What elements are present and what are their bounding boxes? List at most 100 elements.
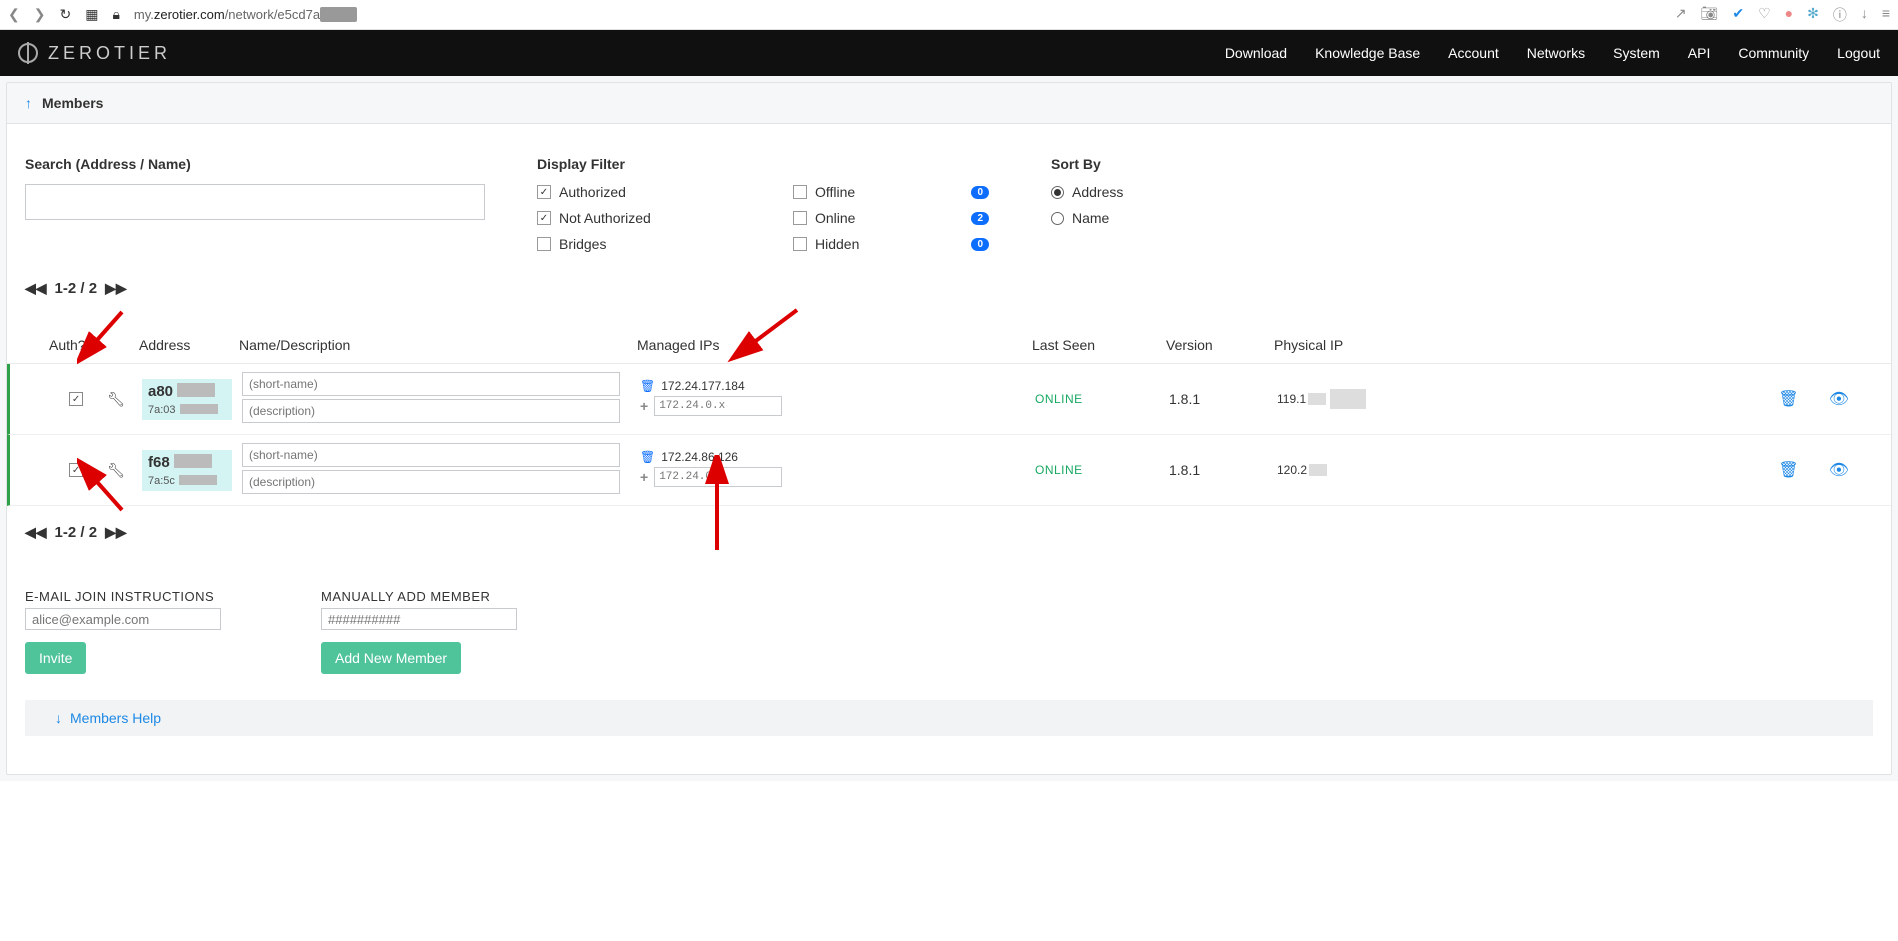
page-first-icon[interactable]: ◀◀ — [25, 524, 47, 541]
nav-networks[interactable]: Networks — [1527, 45, 1585, 61]
table-header: Auth? Address Name/Description Managed I… — [7, 325, 1891, 364]
col-version: Version — [1166, 337, 1274, 353]
delete-row-icon[interactable]: 🗑︎ — [1778, 460, 1798, 480]
last-seen: ONLINE — [1035, 392, 1169, 406]
col-seen: Last Seen — [1032, 337, 1166, 353]
wrench-icon[interactable]: 🔧︎ — [107, 462, 125, 479]
back-icon[interactable]: ❮ — [8, 6, 20, 23]
share-icon[interactable]: ↗ — [1675, 5, 1687, 25]
members-help-link[interactable]: ↓ Members Help — [25, 700, 1873, 736]
col-auth: Auth? — [49, 337, 139, 353]
auth-checkbox[interactable]: ✓ — [69, 392, 83, 406]
members-card: ↑ Members Search (Address / Name) Displa… — [6, 82, 1892, 775]
nav-download[interactable]: Download — [1225, 45, 1287, 61]
hide-row-icon[interactable]: 👁︎ — [1829, 389, 1849, 409]
ext2-icon[interactable]: ✻ — [1807, 5, 1819, 25]
page-last-icon[interactable]: ▶▶ — [105, 280, 127, 297]
lbl-online: Online — [815, 210, 855, 226]
nav-api[interactable]: API — [1688, 45, 1711, 61]
ext3-icon[interactable]: ⓘ — [1833, 5, 1847, 25]
chk-authorized[interactable]: ✓ — [537, 185, 551, 199]
section-title: Members — [42, 95, 103, 111]
email-input[interactable] — [25, 608, 221, 630]
lock-icon: 🔒︎ — [112, 6, 119, 23]
col-phys: Physical IP — [1274, 337, 1462, 353]
lbl-hidden: Hidden — [815, 236, 859, 252]
manual-label: MANUALLY ADD MEMBER — [321, 589, 517, 604]
collapse-icon: ↑ — [25, 95, 32, 111]
page-last-icon[interactable]: ▶▶ — [105, 524, 127, 541]
filter-label: Display Filter — [537, 156, 1051, 172]
search-input[interactable] — [25, 184, 485, 220]
add-ip-icon[interactable]: + — [640, 398, 648, 414]
radio-name[interactable] — [1051, 212, 1064, 225]
col-address: Address — [139, 337, 239, 353]
physical-ip: 119.1 — [1277, 389, 1465, 409]
shield-icon[interactable]: ✔ — [1732, 5, 1744, 25]
delete-row-icon[interactable]: 🗑︎ — [1778, 389, 1798, 409]
chk-online[interactable] — [793, 211, 807, 225]
menu-icon[interactable]: ≡ — [1882, 5, 1890, 25]
ip-input[interactable] — [654, 396, 782, 416]
lbl-sort-address: Address — [1072, 184, 1123, 200]
badge-online: 2 — [971, 212, 989, 225]
search-label: Search (Address / Name) — [25, 156, 537, 172]
ip-input[interactable] — [654, 467, 782, 487]
table-row: ✓ 🔧︎ f68 7a:5c 🗑︎172.24.86.126 + ONLINE … — [7, 435, 1891, 506]
email-label: E-MAIL JOIN INSTRUCTIONS — [25, 589, 221, 604]
shortname-input[interactable] — [242, 372, 620, 396]
nav-links: Download Knowledge Base Account Networks… — [1225, 45, 1880, 61]
radio-address[interactable] — [1051, 186, 1064, 199]
invite-button[interactable]: Invite — [25, 642, 86, 674]
page-range: 1-2 / 2 — [55, 280, 98, 297]
address-cell[interactable]: f68 7a:5c — [142, 450, 232, 491]
heart-icon[interactable]: ♡ — [1758, 5, 1771, 25]
chk-hidden[interactable] — [793, 237, 807, 251]
chk-notauth[interactable]: ✓ — [537, 211, 551, 225]
sort-label: Sort By — [1051, 156, 1873, 172]
brand-text: ZEROTIER — [48, 43, 171, 64]
wrench-icon[interactable]: 🔧︎ — [107, 391, 125, 408]
add-ip-icon[interactable]: + — [640, 469, 648, 485]
address-cell[interactable]: a80 7a:03 — [142, 379, 232, 420]
nav-community[interactable]: Community — [1738, 45, 1809, 61]
nav-kb[interactable]: Knowledge Base — [1315, 45, 1420, 61]
version-text: 1.8.1 — [1169, 391, 1277, 407]
description-input[interactable] — [242, 470, 620, 494]
chk-offline[interactable] — [793, 185, 807, 199]
lbl-authorized: Authorized — [559, 184, 626, 200]
apps-icon[interactable]: ▦ — [85, 6, 98, 23]
help-text: Members Help — [70, 710, 161, 726]
managed-ip: 172.24.177.184 — [661, 379, 744, 393]
badge-offline: 0 — [971, 186, 989, 199]
logo-icon — [18, 43, 38, 63]
table-row: ✓ 🔧︎ a80 7a:03 🗑︎ 172.24.177.184 + ONLINE… — [7, 364, 1891, 435]
delete-ip-icon[interactable]: 🗑︎ — [640, 450, 655, 464]
manual-input[interactable] — [321, 608, 517, 630]
brand-logo[interactable]: ZEROTIER — [18, 43, 171, 64]
add-member-button[interactable]: Add New Member — [321, 642, 461, 674]
hide-row-icon[interactable]: 👁︎ — [1829, 460, 1849, 480]
nav-system[interactable]: System — [1613, 45, 1660, 61]
camera-icon[interactable]: 📷︎ — [1701, 5, 1719, 25]
lbl-offline: Offline — [815, 184, 855, 200]
top-nav: ZEROTIER Download Knowledge Base Account… — [0, 30, 1898, 76]
nav-logout[interactable]: Logout — [1837, 45, 1880, 61]
managed-ip: 172.24.86.126 — [661, 450, 738, 464]
delete-ip-icon[interactable]: 🗑︎ — [640, 379, 655, 393]
forward-icon[interactable]: ❯ — [34, 6, 46, 23]
download-icon[interactable]: ↓ — [1861, 5, 1868, 25]
ext1-icon[interactable]: ● — [1785, 5, 1793, 25]
col-name: Name/Description — [239, 337, 637, 353]
auth-checkbox[interactable]: ✓ — [69, 463, 83, 477]
shortname-input[interactable] — [242, 443, 620, 467]
page-first-icon[interactable]: ◀◀ — [25, 280, 47, 297]
browser-chrome: ❮ ❯ ↻ ▦ 🔒︎ my.zerotier.com/network/e5cd7… — [0, 0, 1898, 30]
description-input[interactable] — [242, 399, 620, 423]
reload-icon[interactable]: ↻ — [59, 6, 71, 23]
nav-account[interactable]: Account — [1448, 45, 1499, 61]
page-range: 1-2 / 2 — [55, 524, 98, 541]
chk-bridges[interactable] — [537, 237, 551, 251]
url-bar[interactable]: my.zerotier.com/network/e5cd7axx — [134, 7, 1661, 22]
card-header[interactable]: ↑ Members — [7, 83, 1891, 124]
